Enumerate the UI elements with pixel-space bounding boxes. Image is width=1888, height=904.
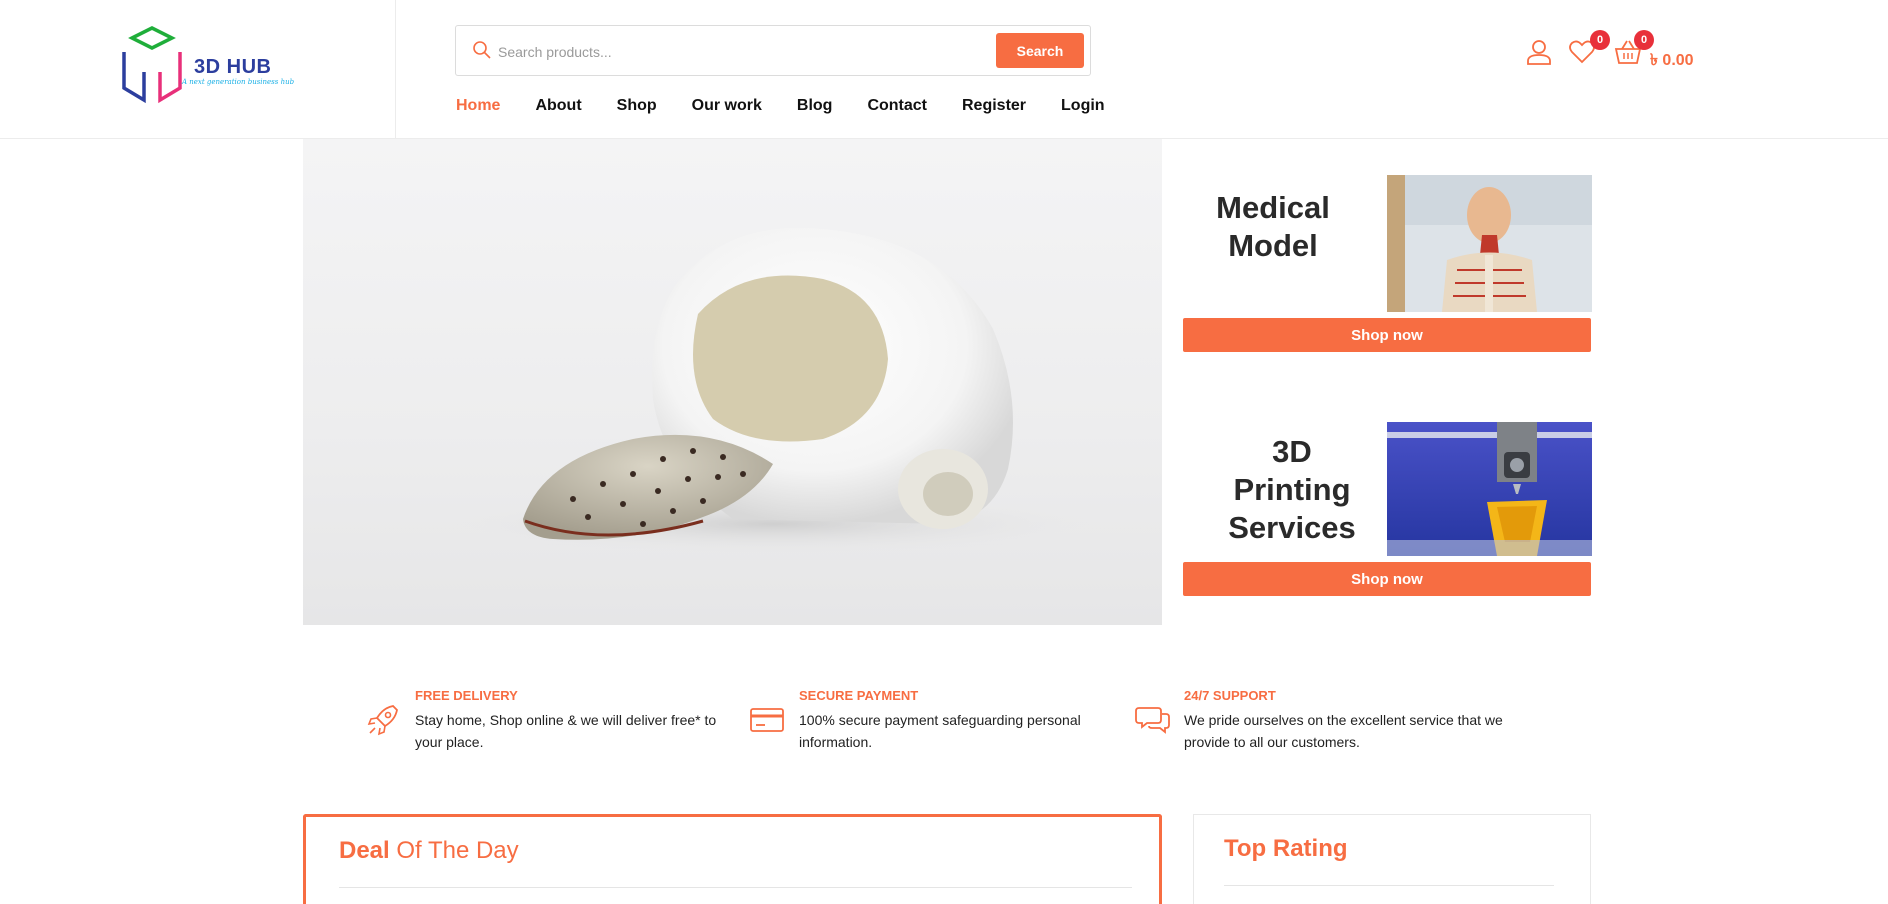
cart-total[interactable]: ৳ 0.00 (1650, 47, 1694, 74)
feature-title: SECURE PAYMENT (799, 688, 919, 703)
nav-blog[interactable]: Blog (797, 97, 833, 119)
hero-banner[interactable] (303, 139, 1162, 625)
anatomy-model-image[interactable] (1387, 175, 1592, 312)
search-bar: Search (455, 25, 1091, 76)
feature-description: 100% secure payment safeguarding persona… (799, 712, 1081, 750)
search-icon (473, 41, 491, 59)
nav-register[interactable]: Register (962, 97, 1026, 119)
skull-implant-image (453, 227, 1093, 554)
deal-title-rest: Of The Day (389, 837, 519, 864)
wishlist-count-badge: 0 (1590, 30, 1610, 50)
feature-description: We pride ourselves on the excellent serv… (1184, 712, 1503, 750)
site-logo[interactable]: 3D HUB A next generation business hub (120, 26, 294, 106)
promo-title-line2: Services (1228, 510, 1356, 545)
feature-title: FREE DELIVERY (415, 688, 518, 703)
top-rating-title: Top Rating (1224, 835, 1348, 862)
rocket-icon (367, 705, 398, 736)
search-button[interactable]: Search (996, 33, 1084, 68)
nav-login[interactable]: Login (1061, 97, 1105, 119)
nav-about[interactable]: About (535, 97, 581, 119)
nav-contact[interactable]: Contact (867, 97, 927, 119)
promo-title-line1: 3D Printing (1233, 434, 1351, 507)
divider (1224, 885, 1554, 886)
deal-of-the-day-section: Deal Of The Day (303, 814, 1162, 904)
deal-title-bold: Deal (339, 837, 390, 864)
chat-bubbles-icon (1135, 707, 1170, 734)
brand-tagline: A next generation business hub (182, 78, 295, 86)
promo-title-medical: Medical Model (1200, 189, 1346, 265)
shop-now-button-printing[interactable]: Shop now (1183, 562, 1591, 596)
3d-printer-image[interactable] (1387, 422, 1592, 556)
promo-title-printing: 3D Printing Services (1212, 433, 1372, 547)
feature-description: Stay home, Shop online & we will deliver… (415, 712, 717, 750)
promo-title-line2: Model (1228, 228, 1318, 263)
deal-title: Deal Of The Day (339, 837, 519, 865)
promo-title-line1: Medical (1216, 190, 1330, 225)
search-input[interactable] (496, 34, 1040, 69)
brand-name: 3D HUB (194, 56, 272, 78)
nav-our-work[interactable]: Our work (692, 97, 762, 119)
nav-home[interactable]: Home (456, 97, 500, 119)
cube-logo-icon (122, 26, 182, 104)
site-header: 3D HUB A next generation business hub Se… (0, 0, 1888, 139)
feature-title: 24/7 SUPPORT (1184, 688, 1276, 703)
header-divider (395, 0, 396, 138)
main-nav: Home About Shop Our work Blog Contact Re… (456, 97, 1140, 119)
shop-now-button-medical[interactable]: Shop now (1183, 318, 1591, 352)
nav-shop[interactable]: Shop (617, 97, 657, 119)
divider (339, 887, 1132, 888)
top-rating-section: Top Rating (1193, 814, 1591, 904)
user-icon[interactable] (1525, 38, 1553, 66)
credit-card-icon (750, 708, 784, 732)
